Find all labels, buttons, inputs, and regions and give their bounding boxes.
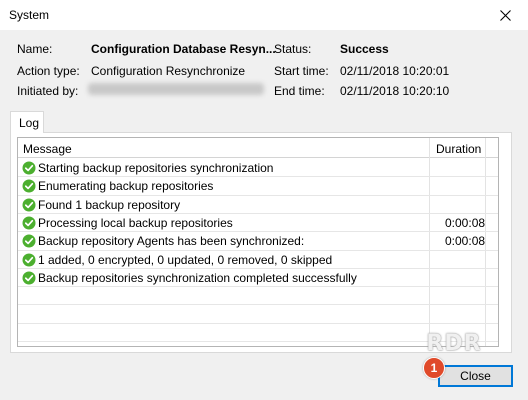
log-row-message: Enumerating backup repositories: [38, 179, 214, 194]
close-icon: [499, 9, 511, 21]
log-row[interactable]: Found 1 backup repository: [18, 196, 498, 214]
action-type-label: Action type:: [17, 64, 80, 78]
start-time-value: 02/11/2018 10:20:01: [340, 64, 450, 78]
status-value: Success: [340, 42, 389, 56]
end-time-value: 02/11/2018 10:20:10: [340, 84, 450, 98]
initiated-by-value-redacted: [88, 83, 264, 95]
log-grid[interactable]: Message Duration Starting backup reposit…: [17, 137, 499, 347]
log-row-message: Processing local backup repositories: [38, 215, 233, 230]
log-row-message: Backup repository Agents has been synchr…: [38, 234, 305, 249]
name-label: Name:: [17, 42, 53, 56]
log-row[interactable]: Backup repository Agents has been synchr…: [18, 232, 498, 250]
log-row-message: Starting backup repositories synchroniza…: [38, 161, 274, 175]
success-check-icon: [22, 179, 36, 193]
column-header-message[interactable]: Message: [23, 142, 72, 156]
log-row[interactable]: Starting backup repositories synchroniza…: [18, 159, 498, 177]
initiated-by-label: Initiated by:: [17, 84, 79, 98]
log-row-message: Backup repositories synchronization comp…: [38, 270, 357, 285]
close-button[interactable]: Close: [438, 365, 513, 387]
step-badge: 1: [423, 357, 445, 379]
log-row[interactable]: Processing local backup repositories 0:00…: [18, 214, 498, 232]
tab-log-label: Log: [19, 116, 40, 130]
name-value: Configuration Database Resyn...: [91, 42, 276, 56]
log-grid-header: Message Duration: [18, 138, 498, 158]
success-check-icon: [22, 271, 36, 285]
end-time-label: End time:: [274, 84, 325, 98]
success-check-icon: [22, 253, 36, 266]
watermark-logo: RDR: [426, 330, 482, 356]
success-check-icon: [22, 161, 36, 175]
log-row-message: 1 added, 0 encrypted, 0 updated, 0 remov…: [38, 252, 333, 267]
log-row[interactable]: Enumerating backup repositories: [18, 177, 498, 195]
start-time-label: Start time:: [274, 64, 329, 78]
log-row[interactable]: Backup repositories synchronization comp…: [18, 269, 498, 287]
row-gridline: [18, 322, 498, 324]
log-row-message: Found 1 backup repository: [38, 197, 181, 212]
status-label: Status:: [274, 42, 312, 56]
window-title: System: [9, 8, 50, 22]
window-close-button[interactable]: [482, 0, 528, 30]
tab-log[interactable]: Log: [10, 111, 44, 133]
log-row[interactable]: 1 added, 0 encrypted, 0 updated, 0 remov…: [18, 251, 498, 269]
row-gridline: [18, 304, 498, 306]
log-row-duration: 0:00:08: [445, 234, 486, 249]
log-row-duration: 0:00:08: [445, 215, 486, 230]
success-check-icon: [22, 234, 36, 248]
title-bar: System: [0, 0, 528, 30]
success-check-icon: [22, 198, 36, 212]
success-check-icon: [22, 216, 36, 230]
column-header-duration[interactable]: Duration: [436, 142, 481, 156]
action-type-value: Configuration Resynchronize: [91, 64, 246, 78]
